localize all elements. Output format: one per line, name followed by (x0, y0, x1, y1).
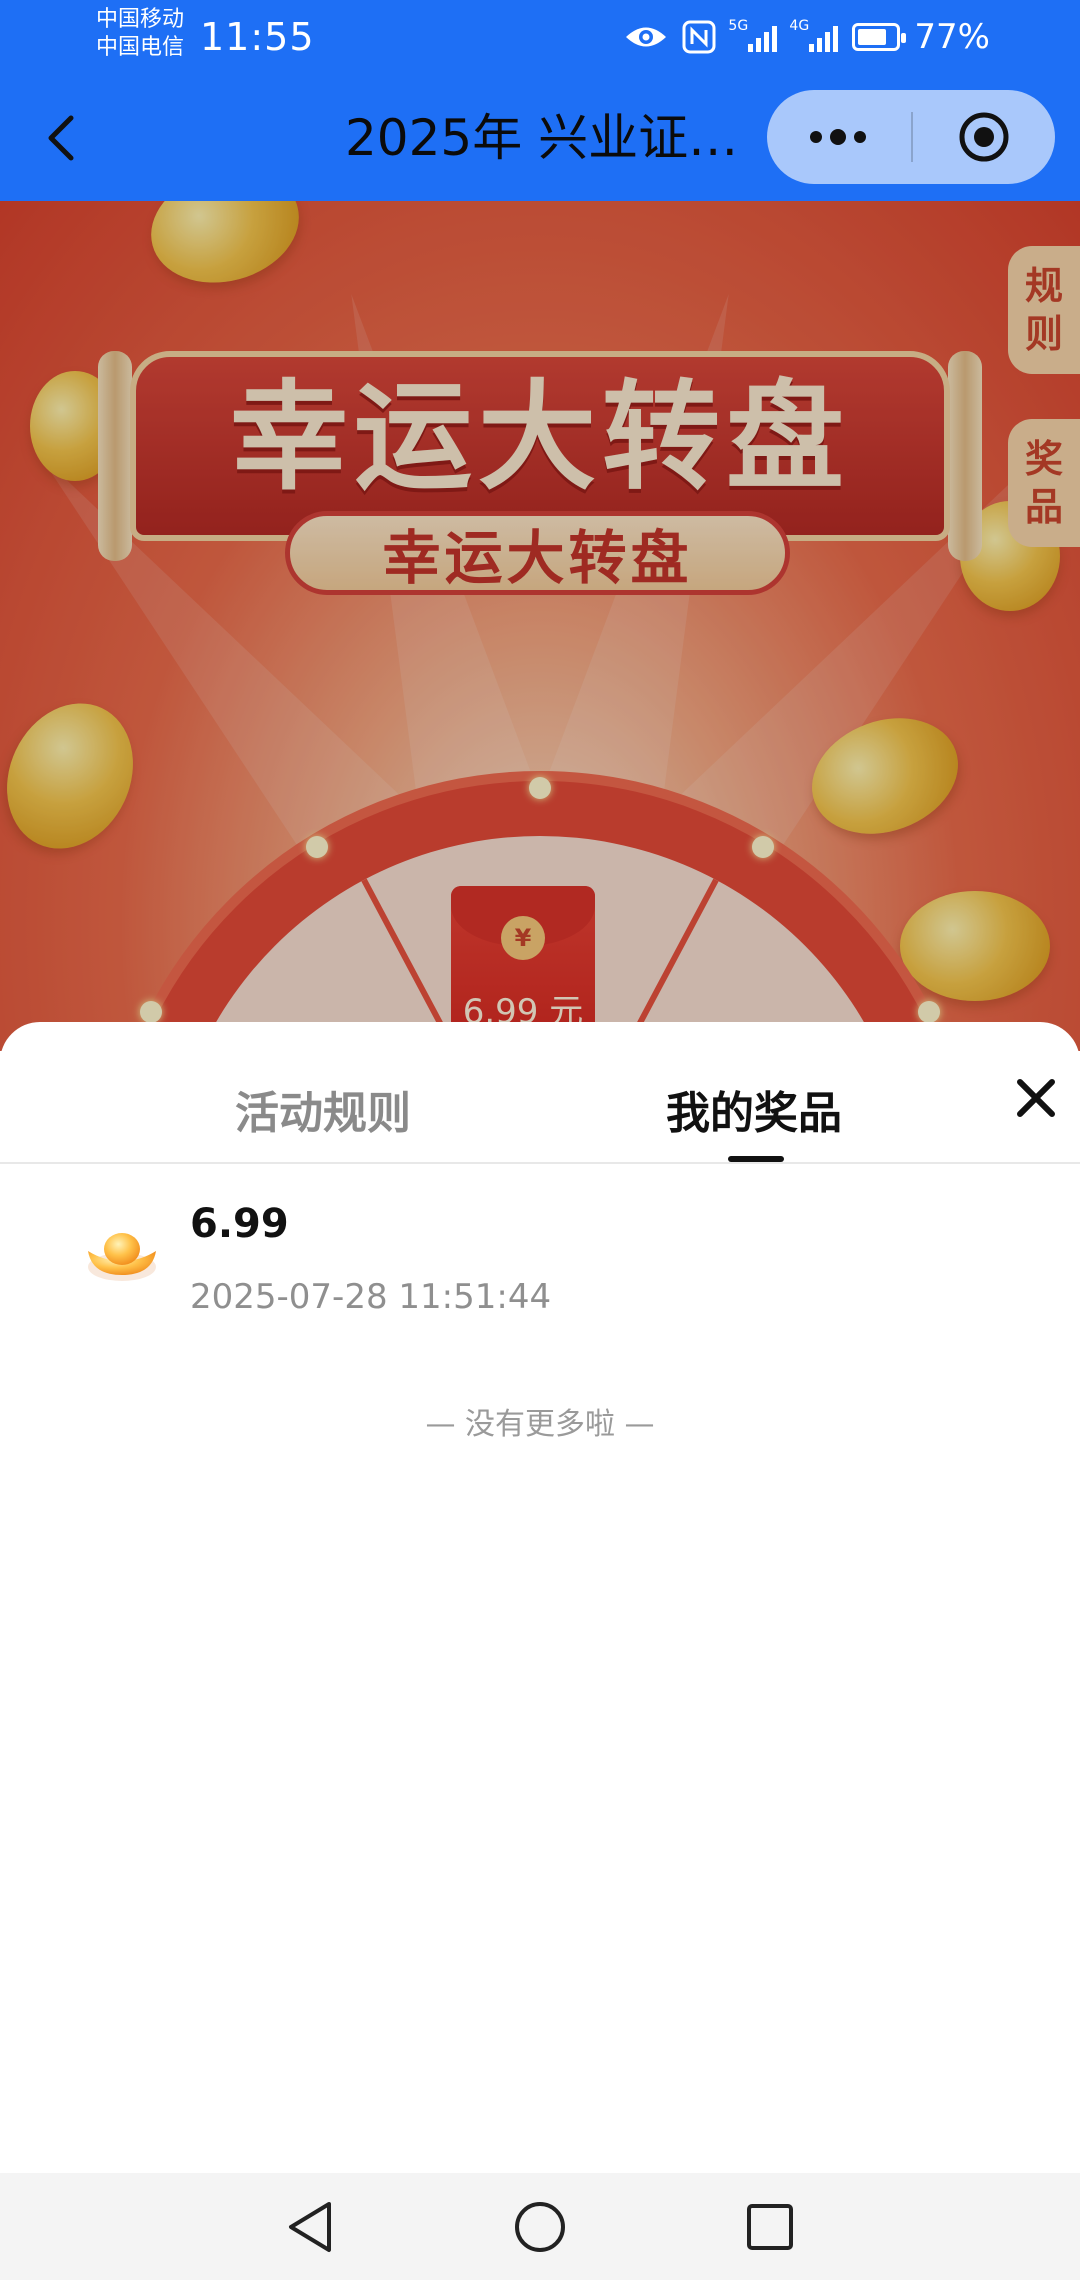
battery-percent: 77% (914, 17, 990, 57)
modal-backdrop[interactable] (0, 201, 1080, 1051)
chevron-left-icon (48, 115, 74, 161)
nav-recents-button[interactable] (742, 2199, 798, 2255)
carrier-names: 中国移动 中国电信 (96, 6, 184, 62)
tab-divider (0, 1162, 1080, 1164)
prize-amount: 6.99 (190, 1201, 289, 1247)
more-dots-icon (810, 129, 866, 145)
page-title: 2025年 兴业证… (345, 109, 739, 167)
system-nav-bar (0, 2173, 1080, 2280)
prizes-bottom-sheet: 活动规则 我的奖品 6.99 2025-07-28 11:51:44 — 没有更… (0, 1022, 1080, 2173)
battery-icon (852, 23, 907, 51)
carrier-1: 中国移动 (96, 7, 185, 32)
back-button[interactable] (30, 105, 90, 171)
mini-program-header: 2025年 兴业证… (0, 75, 1080, 201)
close-sheet-button[interactable] (1008, 1070, 1064, 1126)
close-miniprogram-button[interactable] (913, 90, 1055, 184)
gold-ingot-icon (88, 1233, 156, 1281)
circle-home-icon (515, 2202, 565, 2252)
close-icon (1017, 1079, 1055, 1117)
signal-4g-icon: 4G (789, 18, 839, 52)
status-bar: 中国移动 中国电信 11:55 5G 4G 77% (0, 0, 1080, 75)
triangle-back-icon (289, 2202, 331, 2252)
nav-home-button[interactable] (512, 2199, 568, 2255)
eye-icon (624, 22, 668, 52)
status-icons: 5G 4G 77% (624, 14, 990, 60)
square-recents-icon (747, 2204, 793, 2250)
nav-back-button[interactable] (282, 2199, 338, 2255)
signal-5g-icon: 5G (728, 18, 778, 52)
prize-timestamp: 2025-07-28 11:51:44 (190, 1277, 552, 1317)
tab-activity-rules[interactable]: 活动规则 (235, 1074, 411, 1154)
prize-list-item: 6.99 2025-07-28 11:51:44 (0, 1187, 1080, 1317)
network-5g-label: 5G (728, 18, 749, 34)
target-icon (959, 112, 1009, 162)
carrier-2: 中国电信 (96, 35, 185, 60)
nfc-icon (682, 20, 716, 54)
list-end-text: — 没有更多啦 — (425, 1407, 655, 1442)
tab-my-prizes[interactable]: 我的奖品 (666, 1074, 842, 1154)
status-time: 11:55 (200, 15, 315, 59)
network-4g-label: 4G (789, 18, 810, 34)
more-button[interactable] (767, 90, 909, 184)
capsule-menu (767, 90, 1055, 184)
